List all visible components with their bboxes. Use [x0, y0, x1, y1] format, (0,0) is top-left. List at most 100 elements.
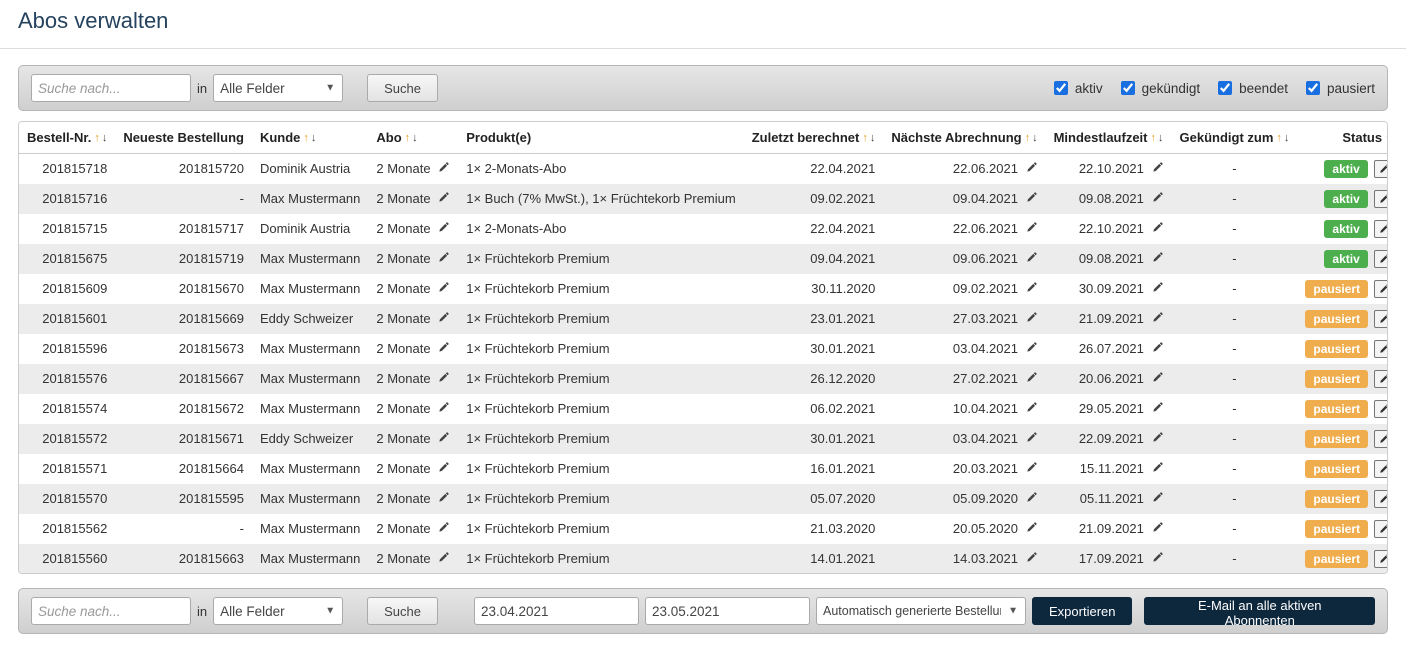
edit-abo-icon[interactable] [438, 311, 450, 323]
edit-mindest-icon[interactable] [1152, 251, 1164, 263]
edit-mindest-icon[interactable] [1152, 491, 1164, 503]
edit-abo-icon[interactable] [438, 161, 450, 173]
edit-abo-icon[interactable] [438, 431, 450, 443]
col-naechste-abrechnung[interactable]: Nächste Abrechnung↑↓ [883, 122, 1045, 154]
edit-naechste-icon[interactable] [1026, 251, 1038, 263]
cell-bestell-nr: 201815609 [19, 274, 115, 304]
edit-naechste-icon[interactable] [1026, 341, 1038, 353]
edit-naechste-icon[interactable] [1026, 161, 1038, 173]
col-mindestlaufzeit[interactable]: Mindestlaufzeit↑↓ [1046, 122, 1172, 154]
checkbox-gekuendigt-input[interactable] [1121, 81, 1135, 95]
edit-naechste-icon[interactable] [1026, 551, 1038, 563]
col-zuletzt-berechnet[interactable]: Zuletzt berechnet↑↓ [744, 122, 884, 154]
sort-icons[interactable]: ↑↓ [1151, 133, 1164, 144]
edit-mindest-icon[interactable] [1152, 281, 1164, 293]
auto-orders-select[interactable] [816, 597, 1026, 625]
edit-abo-icon[interactable] [438, 251, 450, 263]
edit-mindest-icon[interactable] [1152, 161, 1164, 173]
cell-naechste: 27.02.2021 [883, 364, 1045, 394]
email-all-button[interactable]: E-Mail an alle aktiven Abonnenten [1144, 597, 1375, 625]
search-button[interactable]: Suche [367, 74, 438, 102]
sort-icons[interactable]: ↑↓ [862, 133, 875, 144]
sort-icons[interactable]: ↑↓ [303, 133, 316, 144]
table-row: 201815715201815717Dominik Austria2 Monat… [19, 214, 1388, 244]
checkbox-gekuendigt[interactable]: gekündigt [1117, 78, 1201, 98]
edit-mindest-icon[interactable] [1152, 461, 1164, 473]
edit-abo-icon[interactable] [438, 191, 450, 203]
sort-icons[interactable]: ↑↓ [405, 133, 418, 144]
search-button-bottom[interactable]: Suche [367, 597, 438, 625]
edit-mindest-icon[interactable] [1152, 521, 1164, 533]
edit-naechste-icon[interactable] [1026, 221, 1038, 233]
edit-abo-icon[interactable] [438, 551, 450, 563]
col-bestell-nr[interactable]: Bestell-Nr.↑↓ [19, 122, 115, 154]
edit-status-button[interactable] [1374, 460, 1388, 478]
sort-icons[interactable]: ↑↓ [94, 133, 107, 144]
checkbox-aktiv[interactable]: aktiv [1050, 78, 1103, 98]
edit-mindest-icon[interactable] [1152, 401, 1164, 413]
edit-mindest-icon[interactable] [1152, 431, 1164, 443]
edit-status-button[interactable] [1374, 250, 1388, 268]
edit-status-button[interactable] [1374, 550, 1388, 568]
edit-naechste-icon[interactable] [1026, 371, 1038, 383]
edit-naechste-icon[interactable] [1026, 461, 1038, 473]
edit-abo-icon[interactable] [438, 491, 450, 503]
edit-status-button[interactable] [1374, 370, 1388, 388]
edit-status-button[interactable] [1374, 310, 1388, 328]
edit-naechste-icon[interactable] [1026, 191, 1038, 203]
cell-zuletzt: 05.07.2020 [744, 484, 884, 514]
checkbox-aktiv-input[interactable] [1054, 81, 1068, 95]
col-abo[interactable]: Abo↑↓ [368, 122, 458, 154]
edit-status-button[interactable] [1374, 490, 1388, 508]
sort-icons[interactable]: ↑↓ [1385, 133, 1388, 144]
sort-icons[interactable]: ↑↓ [1025, 133, 1038, 144]
col-kunde[interactable]: Kunde↑↓ [252, 122, 368, 154]
date-from-input[interactable] [474, 597, 639, 625]
edit-mindest-icon[interactable] [1152, 341, 1164, 353]
edit-abo-icon[interactable] [438, 461, 450, 473]
cell-kunde: Max Mustermann [252, 334, 368, 364]
edit-naechste-icon[interactable] [1026, 431, 1038, 443]
edit-naechste-icon[interactable] [1026, 401, 1038, 413]
edit-status-button[interactable] [1374, 520, 1388, 538]
field-select[interactable] [213, 74, 343, 102]
edit-abo-icon[interactable] [438, 401, 450, 413]
edit-abo-icon[interactable] [438, 521, 450, 533]
search-input[interactable] [31, 74, 191, 102]
search-input-bottom[interactable] [31, 597, 191, 625]
edit-status-button[interactable] [1374, 340, 1388, 358]
edit-naechste-icon[interactable] [1026, 311, 1038, 323]
table-row: 201815574201815672Max Mustermann2 Monate… [19, 394, 1388, 424]
edit-mindest-icon[interactable] [1152, 221, 1164, 233]
field-select-bottom[interactable] [213, 597, 343, 625]
date-to-input[interactable] [645, 597, 810, 625]
checkbox-pausiert[interactable]: pausiert [1302, 78, 1375, 98]
edit-status-button[interactable] [1374, 280, 1388, 298]
edit-naechste-icon[interactable] [1026, 281, 1038, 293]
edit-status-button[interactable] [1374, 220, 1388, 238]
edit-naechste-icon[interactable] [1026, 521, 1038, 533]
status-badge: pausiert [1305, 400, 1368, 418]
checkbox-beendet[interactable]: beendet [1214, 78, 1288, 98]
sort-icons[interactable]: ↑↓ [1276, 133, 1289, 144]
edit-status-button[interactable] [1374, 160, 1388, 178]
edit-status-button[interactable] [1374, 400, 1388, 418]
edit-abo-icon[interactable] [438, 341, 450, 353]
edit-abo-icon[interactable] [438, 221, 450, 233]
edit-mindest-icon[interactable] [1152, 311, 1164, 323]
checkbox-beendet-input[interactable] [1218, 81, 1232, 95]
export-button[interactable]: Exportieren [1032, 597, 1132, 625]
col-status[interactable]: Status↑↓ [1297, 122, 1388, 154]
edit-naechste-icon[interactable] [1026, 491, 1038, 503]
edit-abo-icon[interactable] [438, 371, 450, 383]
edit-status-button[interactable] [1374, 190, 1388, 208]
cell-produkt: 1× Früchtekorb Premium [458, 544, 743, 574]
checkbox-pausiert-input[interactable] [1306, 81, 1320, 95]
edit-mindest-icon[interactable] [1152, 191, 1164, 203]
edit-abo-icon[interactable] [438, 281, 450, 293]
edit-mindest-icon[interactable] [1152, 551, 1164, 563]
col-gekuendigt-zum[interactable]: Gekündigt zum↑↓ [1172, 122, 1298, 154]
cell-neueste: 201815664 [115, 454, 252, 484]
edit-status-button[interactable] [1374, 430, 1388, 448]
edit-mindest-icon[interactable] [1152, 371, 1164, 383]
